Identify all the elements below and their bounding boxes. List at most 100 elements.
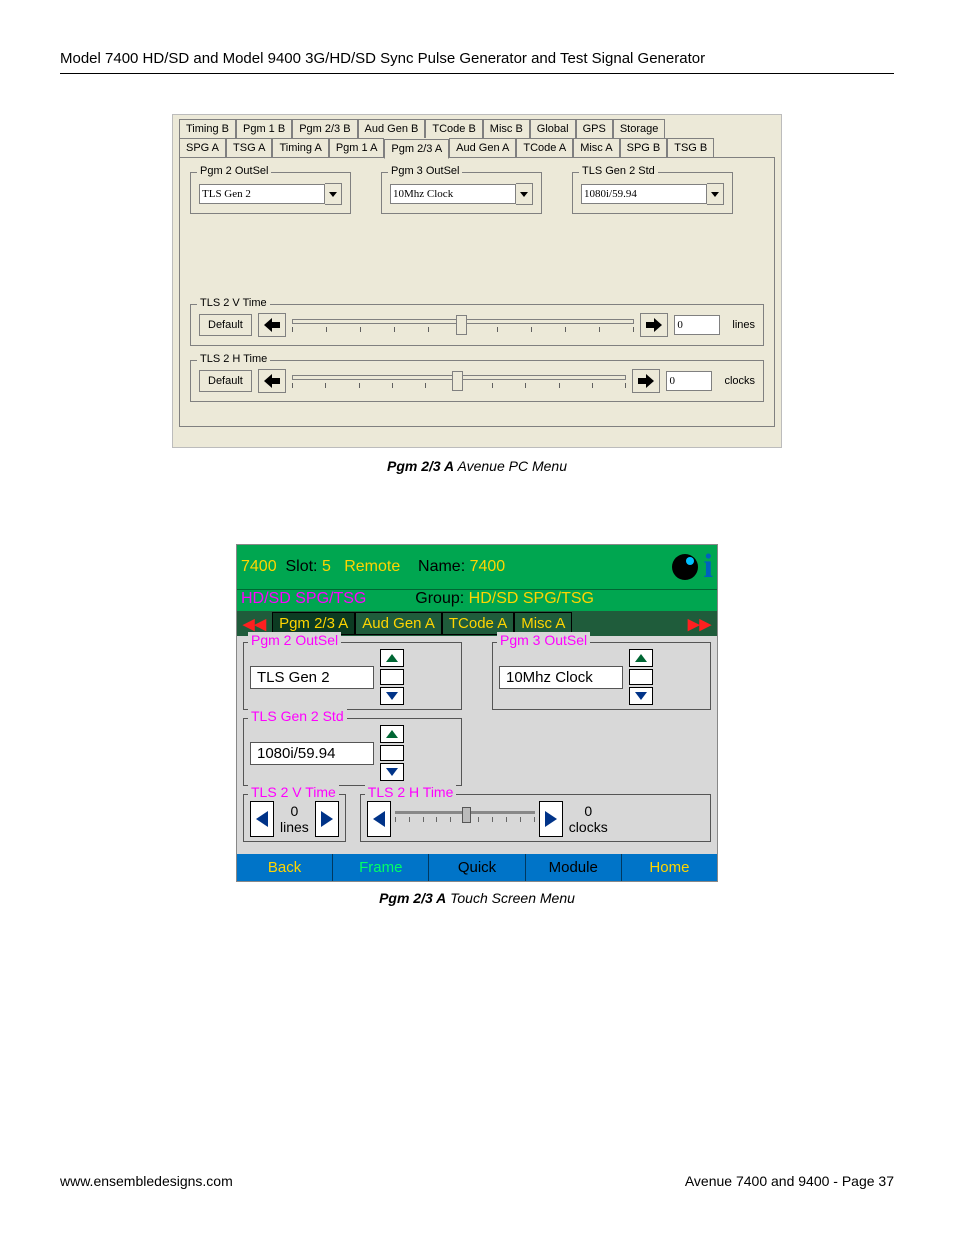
arrow-left-icon[interactable] — [258, 313, 286, 337]
footer-home[interactable]: Home — [622, 854, 717, 881]
tab-pgm23b[interactable]: Pgm 2/3 B — [292, 119, 357, 138]
group-tlsgen2std: TLS Gen 2 Std — [572, 172, 733, 214]
group-legend: Pgm 2 OutSel — [197, 165, 271, 177]
footer-frame[interactable]: Frame — [333, 854, 429, 881]
tab-misca[interactable]: Misc A — [573, 138, 619, 157]
tab-pgm23a[interactable]: Pgm 2/3 A — [384, 139, 449, 159]
tab-audgenb[interactable]: Aud Gen B — [358, 119, 426, 138]
arrow-right-icon[interactable] — [632, 369, 660, 393]
default-button[interactable]: Default — [199, 314, 252, 336]
pgm2outsel-value[interactable]: TLS Gen 2 — [250, 666, 374, 689]
tab-spga[interactable]: SPG A — [179, 138, 226, 157]
dropdown-arrow-icon[interactable] — [516, 183, 533, 205]
led-icon — [672, 554, 698, 580]
tls2h-value: 0 — [584, 803, 592, 819]
touch-panel: 7400 Slot: 5 Remote Name: 7400 i HD/SD S… — [236, 544, 718, 882]
htime-value[interactable] — [666, 371, 712, 391]
arrow-left-icon[interactable] — [258, 369, 286, 393]
info-icon[interactable]: i — [704, 548, 713, 586]
pc-menu-panel: Timing B Pgm 1 B Pgm 2/3 B Aud Gen B TCo… — [172, 114, 782, 448]
tab-global[interactable]: Global — [530, 119, 576, 138]
group-legend: TLS 2 H Time — [365, 784, 457, 800]
spin-up-icon[interactable] — [380, 649, 404, 667]
slider-thumb[interactable] — [452, 371, 463, 391]
footer-quick[interactable]: Quick — [429, 854, 525, 881]
tab-gps[interactable]: GPS — [576, 119, 613, 138]
unit-label: clocks — [569, 819, 608, 835]
tab-row-top: Timing B Pgm 1 B Pgm 2/3 B Aud Gen B TCo… — [179, 119, 775, 138]
slider-thumb[interactable] — [462, 807, 471, 823]
slider[interactable] — [292, 313, 635, 337]
group-value: HD/SD SPG/TSG — [469, 590, 594, 607]
tab-pgm1b[interactable]: Pgm 1 B — [236, 119, 292, 138]
group-legend: Pgm 3 OutSel — [497, 632, 590, 648]
touch-group-tlsgen2std: TLS Gen 2 Std 1080i/59.94 — [243, 718, 462, 786]
step-left-icon[interactable] — [367, 801, 391, 837]
tlsgen2std-value[interactable] — [581, 184, 707, 204]
footer-back[interactable]: Back — [237, 854, 333, 881]
tlsgen2std-value[interactable]: 1080i/59.94 — [250, 742, 374, 765]
group-tls2vtime: TLS 2 V Time Default lines — [190, 304, 764, 346]
tab-miscb[interactable]: Misc B — [483, 119, 530, 138]
pgm2outsel-value[interactable] — [199, 184, 325, 204]
tab-audgena[interactable]: Aud Gen A — [449, 138, 516, 157]
nav-right-icon[interactable]: ▶▶ — [682, 613, 717, 635]
vtime-value[interactable] — [674, 315, 720, 335]
device-type: HD/SD SPG/TSG — [241, 590, 366, 607]
group-legend: TLS 2 H Time — [197, 353, 270, 365]
spin-up-icon[interactable] — [629, 649, 653, 667]
step-right-icon[interactable] — [315, 801, 339, 837]
spin-mid-icon[interactable] — [380, 669, 404, 685]
tab-tsgb[interactable]: TSG B — [667, 138, 714, 157]
spin-down-icon[interactable] — [629, 687, 653, 705]
slider[interactable] — [395, 807, 535, 831]
group-legend: TLS Gen 2 Std — [579, 165, 658, 177]
tab-spgb[interactable]: SPG B — [620, 138, 668, 157]
group-legend: TLS 2 V Time — [248, 784, 339, 800]
tab-storage[interactable]: Storage — [613, 119, 666, 138]
tab-timinga[interactable]: Timing A — [272, 138, 328, 157]
touch-tab-audgena[interactable]: Aud Gen A — [355, 612, 442, 635]
default-button[interactable]: Default — [199, 370, 252, 392]
footer-module[interactable]: Module — [526, 854, 622, 881]
unit-label: lines — [726, 319, 755, 331]
tab-body: Pgm 2 OutSel Pgm 3 OutSel TLS Gen 2 Std — [179, 157, 775, 427]
spin-mid-icon[interactable] — [380, 745, 404, 761]
unit-label: clocks — [718, 375, 755, 387]
group-pgm2outsel: Pgm 2 OutSel — [190, 172, 351, 214]
pgm3outsel-value[interactable] — [390, 184, 516, 204]
touch-body: Pgm 2 OutSel TLS Gen 2 Pgm 3 OutSel 10Mh… — [237, 636, 717, 854]
touch-sub-bar: HD/SD SPG/TSG Group: HD/SD SPG/TSG — [237, 590, 717, 611]
group-pgm3outsel: Pgm 3 OutSel — [381, 172, 542, 214]
slider-thumb[interactable] — [456, 315, 467, 335]
page-footer: www.ensembledesigns.com Avenue 7400 and … — [60, 1173, 894, 1189]
spin-down-icon[interactable] — [380, 687, 404, 705]
touch-top-bar: 7400 Slot: 5 Remote Name: 7400 i — [237, 545, 717, 590]
unit-label: lines — [280, 819, 309, 835]
footer-page: Avenue 7400 and 9400 - Page 37 — [685, 1173, 894, 1189]
page-header: Model 7400 HD/SD and Model 9400 3G/HD/SD… — [60, 50, 894, 67]
tab-row-bottom: SPG A TSG A Timing A Pgm 1 A Pgm 2/3 A A… — [179, 138, 775, 158]
step-left-icon[interactable] — [250, 801, 274, 837]
step-right-icon[interactable] — [539, 801, 563, 837]
spin-down-icon[interactable] — [380, 763, 404, 781]
tab-pgm1a[interactable]: Pgm 1 A — [329, 138, 385, 157]
tab-tcodea[interactable]: TCode A — [516, 138, 573, 157]
tab-tsga[interactable]: TSG A — [226, 138, 272, 157]
tab-tcodeb[interactable]: TCode B — [425, 119, 482, 138]
pgm3outsel-value[interactable]: 10Mhz Clock — [499, 666, 623, 689]
name-value: 7400 — [470, 558, 506, 576]
pc-caption: Pgm 2/3 A Avenue PC Menu — [60, 458, 894, 474]
spin-up-icon[interactable] — [380, 725, 404, 743]
spin-mid-icon[interactable] — [629, 669, 653, 685]
tab-timing-b[interactable]: Timing B — [179, 119, 236, 138]
group-label: Group: — [415, 590, 464, 607]
footer-url: www.ensembledesigns.com — [60, 1173, 233, 1189]
dropdown-arrow-icon[interactable] — [325, 183, 342, 205]
name-label: Name: — [418, 558, 465, 576]
remote-label: Remote — [344, 558, 400, 576]
dropdown-arrow-icon[interactable] — [707, 183, 724, 205]
group-legend: TLS Gen 2 Std — [248, 708, 347, 724]
arrow-right-icon[interactable] — [640, 313, 668, 337]
slider[interactable] — [292, 369, 627, 393]
